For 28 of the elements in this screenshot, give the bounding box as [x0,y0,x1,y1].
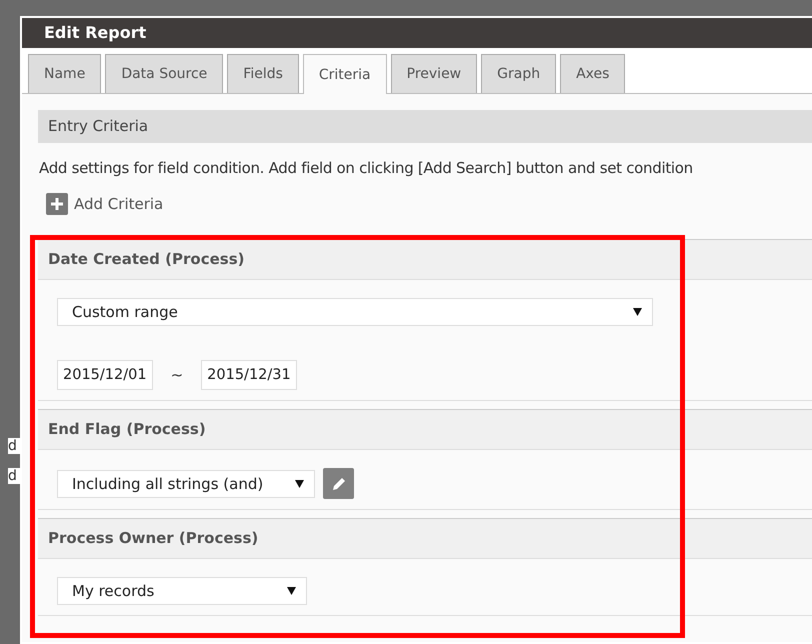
criteria-header: Date Created (Process) [38,240,812,280]
tab[interactable]: Fields [227,54,299,93]
dropdown[interactable]: Custom range [57,298,653,326]
section-header: Entry Criteria [38,110,812,143]
plus-icon [46,193,68,215]
tab[interactable]: Data Source [105,54,224,93]
dropdown[interactable]: My records [57,577,307,605]
background-text: d [8,468,20,484]
tab[interactable]: Preview [390,54,478,93]
add-criteria-button[interactable]: Add Criteria [46,193,164,215]
dropdown[interactable]: Including all strings (and) [57,470,315,498]
background-text: d [8,438,20,454]
tab[interactable]: Axes [560,54,626,93]
criteria-header: End Flag (Process) [38,410,812,450]
window-title: Edit Report [22,18,812,48]
tab[interactable]: Name [28,54,102,93]
date-field[interactable]: 2015/12/31 [201,360,297,390]
separator-text: ~ [170,366,184,384]
tab[interactable]: Graph [481,54,556,93]
date-field[interactable]: 2015/12/01 [57,360,153,390]
pencil-icon [330,476,346,492]
edit-button[interactable] [323,468,354,499]
tab[interactable]: Criteria [302,54,387,94]
description-text: Add settings for field condition. Add field on clicking [Add Search] button and set condition [39,159,693,177]
caret-icon [633,308,642,316]
caret-icon [295,480,304,488]
caret-icon [287,587,296,595]
criteria-header: Process Owner (Process) [38,519,812,559]
